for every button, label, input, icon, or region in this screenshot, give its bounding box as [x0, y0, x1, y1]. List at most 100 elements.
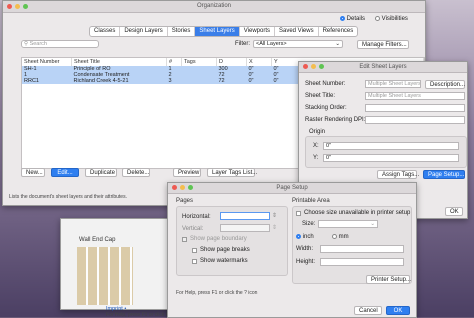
manage-filters-button[interactable]: Manage Filters... [357, 40, 409, 49]
horizontal-field[interactable] [220, 212, 270, 220]
zoom-icon[interactable] [23, 4, 28, 9]
x-cell: 0" [246, 78, 272, 84]
tab-saved-views[interactable]: Saved Views [275, 27, 319, 36]
chevron-down-icon: ⌄ [335, 41, 340, 47]
filter-select[interactable]: <All Layers> ⌄ [253, 40, 343, 48]
column-header[interactable]: X [246, 58, 272, 66]
delete-button[interactable]: Delete... [122, 168, 150, 177]
show-watermarks-label: Show watermarks [200, 258, 248, 264]
size-label: Size: [302, 221, 316, 227]
assign-tags-button[interactable]: Assign Tags... [377, 170, 419, 179]
size-select[interactable]: ⌄ [318, 220, 378, 228]
view-details-radio[interactable]: Details [340, 16, 365, 22]
origin-y-label: Y: [313, 155, 319, 161]
sheet-title-label: Sheet Title: [305, 93, 336, 99]
dpi-cell: 72 [216, 78, 247, 84]
tags-cell [181, 78, 217, 84]
search-input[interactable]: ⚲ Search [21, 40, 99, 48]
page-setup-help-text: For Help, press F1 or click the ? icon [176, 290, 258, 296]
preview-button[interactable]: Preview [173, 168, 201, 177]
horizontal-stepper[interactable]: ⇕ [272, 212, 277, 219]
minimize-icon[interactable] [15, 4, 20, 9]
window-controls [7, 4, 28, 9]
sheet-number-field[interactable]: Multiple Sheet Layers [365, 80, 421, 88]
view-visibilities-radio[interactable]: Visibilities [375, 16, 408, 22]
stacking-order-label: Stacking Order: [305, 105, 347, 111]
edit-sheet-ok-button[interactable]: OK [445, 207, 463, 216]
tab-design-layers[interactable]: Design Layers [120, 27, 168, 36]
close-icon[interactable] [7, 4, 12, 9]
printable-area-label: Printable Area [292, 198, 330, 204]
mm-radio-icon[interactable] [332, 234, 337, 239]
width-label: Width: [296, 246, 314, 252]
layer-tags-list-button[interactable]: Layer Tags List... [207, 168, 257, 177]
unit-inch-radio[interactable]: inch [296, 234, 314, 240]
filter-label: Filter: [235, 41, 250, 47]
edit-button[interactable]: Edit... [51, 168, 79, 177]
organization-status-text: Lists the document's sheet layers and th… [9, 194, 127, 200]
show-page-boundary-checkbox[interactable] [182, 237, 187, 242]
vertical-stepper[interactable]: ⇕ [272, 224, 277, 231]
chevron-down-icon: ⌄ [370, 221, 375, 227]
stacking-order-field[interactable] [365, 104, 465, 112]
minimize-icon[interactable] [180, 185, 185, 190]
show-page-breaks-label: Show page breaks [200, 247, 250, 253]
page-setup-ok-button[interactable]: OK [386, 306, 410, 315]
printer-setup-button[interactable]: Printer Setup... [366, 275, 411, 284]
inch-radio-icon[interactable] [296, 234, 301, 239]
column-header[interactable]: D [216, 58, 247, 66]
index-cell: 3 [166, 78, 182, 84]
pages-section-label: Pages [176, 198, 194, 204]
visibilities-radio-icon[interactable] [375, 16, 380, 21]
window-controls [172, 185, 193, 190]
raster-dpi-field[interactable] [365, 116, 465, 124]
tab-viewports[interactable]: Viewports [240, 27, 275, 36]
origin-x-field[interactable]: 0" [323, 142, 459, 150]
organization-titlebar: Organization [3, 1, 425, 13]
column-header[interactable]: Tags [181, 58, 217, 66]
palette-item-label[interactable]: Wall End Cap [79, 237, 115, 243]
origin-y-field[interactable]: 0" [323, 154, 459, 162]
tab-classes[interactable]: Classes [90, 27, 121, 36]
zoom-icon[interactable] [188, 185, 193, 190]
show-watermarks-checkbox[interactable] [192, 259, 197, 264]
page-setup-button[interactable]: Page Setup... [423, 170, 465, 179]
close-icon[interactable] [172, 185, 177, 190]
sheet-number-cell: RRC1 [22, 78, 72, 84]
unit-mm-radio[interactable]: mm [332, 234, 349, 240]
zoom-icon[interactable] [319, 64, 324, 69]
tab-references[interactable]: References [319, 27, 358, 36]
show-page-breaks-checkbox[interactable] [192, 248, 197, 253]
page-setup-dialog: Page Setup Pages Horizontal: ⇕ Vertical:… [167, 182, 417, 318]
details-radio-icon[interactable] [340, 16, 345, 21]
width-field[interactable] [320, 245, 404, 253]
vertical-field[interactable] [220, 224, 270, 232]
vertical-label: Vertical: [182, 226, 204, 232]
choose-size-checkbox[interactable] [296, 211, 301, 216]
height-label: Height: [296, 259, 316, 265]
window-controls [303, 64, 324, 69]
sheet-title-field[interactable]: Multiple Sheet Layers [365, 92, 465, 100]
tab-stories[interactable]: Stories [168, 27, 196, 36]
close-icon[interactable] [303, 64, 308, 69]
column-header[interactable]: # [166, 58, 182, 66]
page-setup-titlebar: Page Setup [168, 183, 416, 194]
origin-x-label: X: [313, 143, 319, 149]
choose-size-label: Choose size unavailable in printer setup [304, 210, 411, 216]
tab-sheet-layers[interactable]: Sheet Layers [195, 27, 240, 36]
page-setup-cancel-button[interactable]: Cancel [354, 306, 382, 315]
page-setup-title: Page Setup [276, 185, 308, 191]
new-button[interactable]: New... [21, 168, 45, 177]
column-header[interactable]: Sheet Number [22, 58, 72, 66]
horizontal-label: Horizontal: [182, 214, 211, 220]
column-header[interactable]: Sheet Title [71, 58, 167, 66]
edit-sheet-titlebar: Edit Sheet Layers [299, 62, 467, 73]
organization-title: Organization [196, 3, 232, 9]
sheet-number-label: Sheet Number: [305, 81, 346, 87]
description-button[interactable]: Description... [425, 80, 465, 89]
origin-label: Origin [309, 129, 326, 135]
minimize-icon[interactable] [311, 64, 316, 69]
resource-palette-window: Wall End Cap [60, 218, 174, 310]
duplicate-button[interactable]: Duplicate [85, 168, 117, 177]
height-field[interactable] [320, 258, 404, 266]
